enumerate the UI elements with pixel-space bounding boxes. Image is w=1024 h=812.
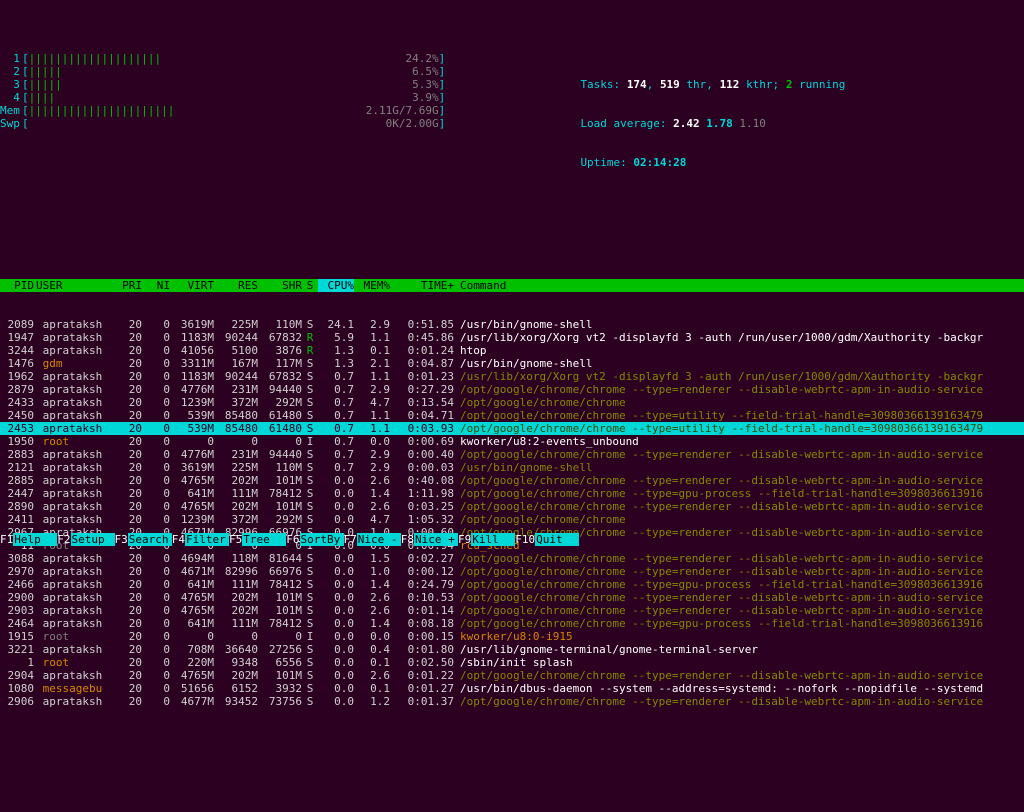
- table-row[interactable]: 2883 aprataksh2004776M231M94440S0.72.90:…: [0, 448, 1024, 461]
- table-row[interactable]: 2904 aprataksh2004765M202M101MS0.02.60:0…: [0, 669, 1024, 682]
- table-row[interactable]: 2433 aprataksh2001239M372M292MS0.74.70:1…: [0, 396, 1024, 409]
- col-pid[interactable]: PID: [0, 279, 36, 292]
- table-row[interactable]: 1947 aprataksh2001183M9024467832R5.91.10…: [0, 331, 1024, 344]
- footer-fkeys: F1HelpF2SetupF3SearchF4FilterF5TreeF6Sor…: [0, 533, 1024, 546]
- cpu-meter-3: 3[|||||5.3%]: [0, 78, 563, 91]
- col-mem[interactable]: MEM%: [354, 279, 390, 292]
- table-row[interactable]: 1962 aprataksh2001183M9024467832S0.71.10…: [0, 370, 1024, 383]
- system-stats: Tasks: 174, 519 thr, 112 kthr; 2 running…: [563, 52, 1024, 195]
- table-row[interactable]: 3221 aprataksh200708M3664027256S0.00.40:…: [0, 643, 1024, 656]
- table-row[interactable]: 1915 root200000I0.00.00:00.15kworker/u8:…: [0, 630, 1024, 643]
- table-row[interactable]: 2121 aprataksh2003619M225M110MS0.72.90:0…: [0, 461, 1024, 474]
- table-row[interactable]: 2970 aprataksh2004671M8299666976S0.01.00…: [0, 565, 1024, 578]
- col-res[interactable]: RES: [214, 279, 258, 292]
- load-line: Load average: 2.42 1.78 1.10: [567, 117, 1024, 130]
- fkey-f8[interactable]: F8Nice +: [401, 533, 458, 546]
- col-cpu[interactable]: CPU%: [318, 279, 354, 292]
- fkey-f6[interactable]: F6SortBy: [286, 533, 343, 546]
- col-s[interactable]: S: [302, 279, 318, 292]
- fkey-f9[interactable]: F9Kill: [458, 533, 515, 546]
- table-row[interactable]: 2906 aprataksh2004677M9345273756S0.01.20…: [0, 695, 1024, 708]
- swp-meter: Swp[0K/2.00G]: [0, 117, 563, 130]
- col-time[interactable]: TIME+: [390, 279, 454, 292]
- col-ni[interactable]: NI: [142, 279, 170, 292]
- col-pri[interactable]: PRI: [112, 279, 142, 292]
- meters: 1[||||||||||||||||||||24.2%] 2[|||||6.5%…: [0, 52, 563, 195]
- table-row[interactable]: 2900 aprataksh2004765M202M101MS0.02.60:1…: [0, 591, 1024, 604]
- table-row[interactable]: 2890 aprataksh2004765M202M101MS0.02.60:0…: [0, 500, 1024, 513]
- table-row[interactable]: 3088 aprataksh2004694M118M81644S0.01.50:…: [0, 552, 1024, 565]
- table-row[interactable]: 2466 aprataksh200641M111M78412S0.01.40:2…: [0, 578, 1024, 591]
- table-row[interactable]: 2450 aprataksh200539M8548061480S0.71.10:…: [0, 409, 1024, 422]
- col-virt[interactable]: VIRT: [170, 279, 214, 292]
- fkey-f3[interactable]: F3Search: [115, 533, 172, 546]
- mem-meter: Mem[||||||||||||||||||||||2.11G/7.69G]: [0, 104, 563, 117]
- table-row[interactable]: 2885 aprataksh2004765M202M101MS0.02.60:4…: [0, 474, 1024, 487]
- fkey-f5[interactable]: F5Tree: [229, 533, 286, 546]
- header-panel: 1[||||||||||||||||||||24.2%] 2[|||||6.5%…: [0, 52, 1024, 195]
- table-row[interactable]: 1080 messagebu2005165661523932S0.00.10:0…: [0, 682, 1024, 695]
- table-row[interactable]: 2464 aprataksh200641M111M78412S0.01.40:0…: [0, 617, 1024, 630]
- fkey-f7[interactable]: F7Nice -: [344, 533, 401, 546]
- process-table[interactable]: PID USER PRI NI VIRT RES SHR S CPU% MEM%…: [0, 253, 1024, 721]
- table-row[interactable]: 2903 aprataksh2004765M202M101MS0.02.60:0…: [0, 604, 1024, 617]
- fkey-f10[interactable]: F10Quit: [515, 533, 579, 546]
- tasks-line: Tasks: 174, 519 thr, 112 kthr; 2 running: [567, 78, 1024, 91]
- col-cmd[interactable]: Command: [454, 279, 1024, 292]
- fkey-f1[interactable]: F1Help: [0, 533, 57, 546]
- table-row[interactable]: 2453 aprataksh200539M8548061480S0.71.10:…: [0, 422, 1024, 435]
- table-row[interactable]: 1 root200220M93486556S0.00.10:02.50/sbin…: [0, 656, 1024, 669]
- cpu-meter-2: 2[|||||6.5%]: [0, 65, 563, 78]
- col-user[interactable]: USER: [36, 279, 112, 292]
- fkey-f4[interactable]: F4Filter: [172, 533, 229, 546]
- table-row[interactable]: 2089 aprataksh2003619M225M110MS24.12.90:…: [0, 318, 1024, 331]
- cpu-meter-4: 4[||||3.9%]: [0, 91, 563, 104]
- table-row[interactable]: 2411 aprataksh2001239M372M292MS0.04.71:0…: [0, 513, 1024, 526]
- table-row[interactable]: 2879 aprataksh2004776M231M94440S0.72.90:…: [0, 383, 1024, 396]
- table-row[interactable]: 1476 gdm2003311M167M117MS1.32.10:04.87/u…: [0, 357, 1024, 370]
- table-row[interactable]: 2447 aprataksh200641M111M78412S0.01.41:1…: [0, 487, 1024, 500]
- table-row[interactable]: 3244 aprataksh2004105651003876R1.30.10:0…: [0, 344, 1024, 357]
- fkey-f2[interactable]: F2Setup: [57, 533, 114, 546]
- table-header[interactable]: PID USER PRI NI VIRT RES SHR S CPU% MEM%…: [0, 279, 1024, 292]
- cpu-meter-1: 1[||||||||||||||||||||24.2%]: [0, 52, 563, 65]
- table-row[interactable]: 1950 root200000I0.70.00:00.69kworker/u8:…: [0, 435, 1024, 448]
- col-shr[interactable]: SHR: [258, 279, 302, 292]
- uptime-line: Uptime: 02:14:28: [567, 156, 1024, 169]
